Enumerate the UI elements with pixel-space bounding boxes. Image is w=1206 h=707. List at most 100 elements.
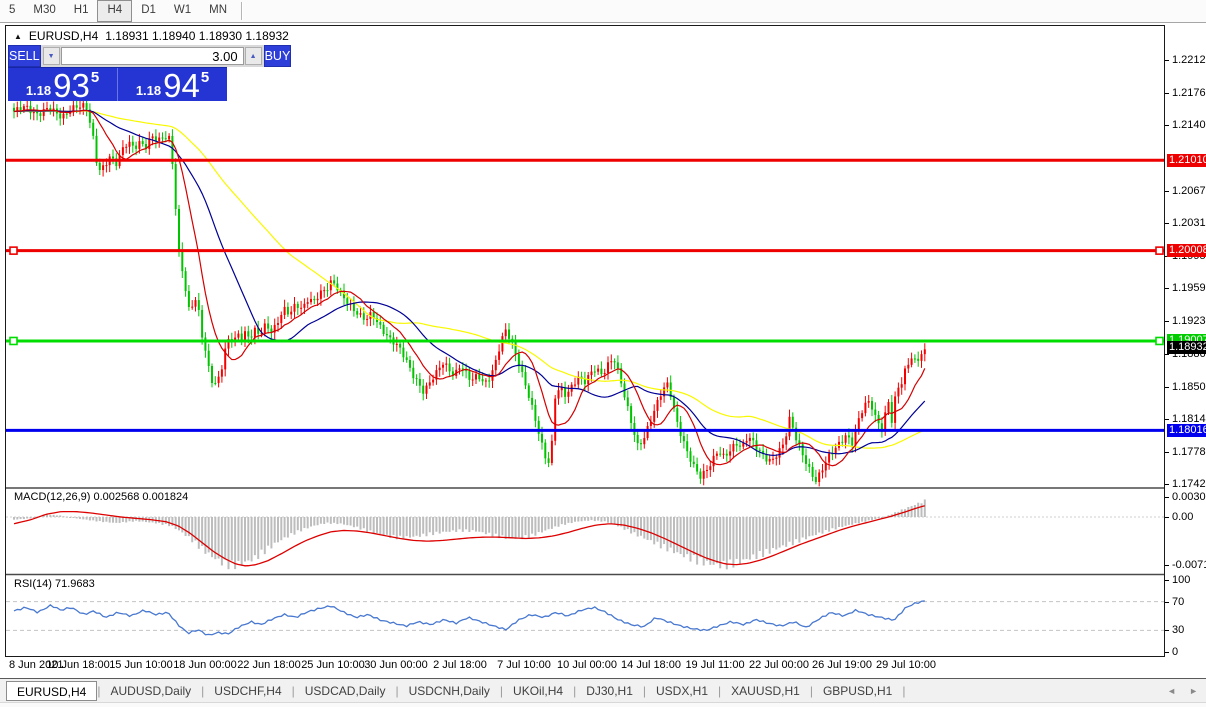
price-chart-canvas[interactable] — [6, 26, 1164, 656]
date-label: 30 Jun 00:00 — [364, 659, 428, 671]
chart-tab-dj30[interactable]: DJ30,H1 — [576, 681, 643, 701]
axis-tick-mark — [1165, 125, 1169, 126]
hline-handle[interactable] — [1156, 337, 1163, 344]
price-level-label-1.20008: 1.20008 — [1167, 244, 1206, 257]
date-label: 10 Jul 00:00 — [557, 659, 617, 671]
date-label: 14 Jul 18:00 — [621, 659, 681, 671]
chart-window: ▲ EURUSD,H4 1.18931 1.18940 1.18930 1.18… — [5, 25, 1165, 657]
timeframe-button-5[interactable]: 5 — [0, 0, 24, 22]
buy-price-prefix: 1.18 — [136, 84, 161, 97]
tab-separator: | — [902, 684, 905, 698]
tab-scroll-right-icon[interactable]: ► — [1189, 686, 1198, 696]
axis-tick-mark — [1165, 580, 1169, 581]
axis-tick-label: 1.20310 — [1172, 217, 1206, 230]
date-label: 10 Jun 18:00 — [46, 659, 110, 671]
price-level-label-1.21010: 1.21010 — [1167, 154, 1206, 167]
chart-tab-usdchf[interactable]: USDCHF,H4 — [204, 681, 291, 701]
date-label: 22 Jun 18:00 — [237, 659, 301, 671]
status-strip — [0, 702, 1206, 707]
chart-symbol-label: EURUSD,H4 — [29, 29, 98, 43]
hline-handle[interactable] — [10, 247, 17, 254]
toolbar-separator — [241, 2, 243, 20]
date-label: 19 Jul 11:00 — [685, 659, 744, 671]
axis-tick-mark — [1165, 223, 1169, 224]
sell-price-display[interactable]: 1.18 93 5 — [8, 68, 118, 101]
price-axis: 1.221201.217601.214001.206701.203101.199… — [1167, 26, 1206, 658]
axis-tick-mark — [1165, 602, 1169, 603]
axis-tick-label: 100 — [1172, 574, 1190, 587]
macd-histogram — [13, 499, 926, 569]
sell-price-prefix: 1.18 — [26, 84, 51, 97]
candles-layer — [13, 97, 926, 487]
axis-tick-label: 1.22120 — [1172, 54, 1206, 67]
date-label: 26 Jul 19:00 — [812, 659, 872, 671]
date-label: 15 Jun 10:00 — [109, 659, 173, 671]
date-label: 7 Jul 10:00 — [497, 659, 551, 671]
timeframe-button-d1[interactable]: D1 — [132, 0, 165, 22]
axis-tick-label: 0.003031 — [1172, 491, 1206, 504]
date-label: 25 Jun 10:00 — [301, 659, 365, 671]
axis-tick-label: 1.20670 — [1172, 185, 1206, 198]
buy-price-display[interactable]: 1.18 94 5 — [118, 68, 227, 101]
axis-tick-label: 0 — [1172, 646, 1178, 659]
chart-tab-gbpusd[interactable]: GBPUSD,H1 — [813, 681, 902, 701]
hline-handle[interactable] — [1156, 247, 1163, 254]
tab-scroll-left-icon[interactable]: ◄ — [1167, 686, 1176, 696]
date-label: 18 Jun 00:00 — [173, 659, 237, 671]
timeframe-button-h1[interactable]: H1 — [65, 0, 98, 22]
chart-tab-ukoil[interactable]: UKOil,H4 — [503, 681, 573, 701]
axis-tick-label: 1.17420 — [1172, 478, 1206, 491]
axis-tick-mark — [1165, 191, 1169, 192]
timeframe-button-w1[interactable]: W1 — [165, 0, 200, 22]
axis-tick-label: 1.19230 — [1172, 315, 1206, 328]
axis-tick-label: 70 — [1172, 596, 1184, 609]
rsi-line — [14, 601, 925, 635]
axis-tick-label: 1.19590 — [1172, 282, 1206, 295]
axis-tick-mark — [1165, 517, 1169, 518]
chart-tab-usdx[interactable]: USDX,H1 — [646, 681, 718, 701]
chart-tab-xauusd[interactable]: XAUUSD,H1 — [721, 681, 810, 701]
axis-tick-mark — [1165, 419, 1169, 420]
chart-header: ▲ EURUSD,H4 1.18931 1.18940 1.18930 1.18… — [14, 29, 289, 43]
chart-tab-bar: EURUSD,H4|AUDUSD,Daily|USDCHF,H4|USDCAD,… — [0, 678, 1206, 702]
mid-ma-line — [14, 110, 925, 455]
timeframe-button-m30[interactable]: M30 — [24, 0, 64, 22]
volume-increase-icon[interactable]: ▲ — [245, 47, 262, 65]
time-axis: 8 Jun 202110 Jun 18:0015 Jun 10:0018 Jun… — [6, 659, 1166, 675]
axis-tick-mark — [1165, 93, 1169, 94]
axis-tick-label: 1.17780 — [1172, 446, 1206, 459]
sell-price-pip: 5 — [91, 69, 99, 86]
one-click-trade-panel: SELL ▼ ▲ BUY 1.18 93 5 1.18 94 5 — [8, 45, 227, 101]
axis-tick-mark — [1165, 288, 1169, 289]
rsi-indicator-label: RSI(14) 71.9683 — [14, 578, 95, 590]
collapse-panel-icon[interactable]: ▲ — [14, 32, 22, 41]
axis-tick-label: 0.00 — [1172, 511, 1193, 524]
timeframe-button-h4[interactable]: H4 — [97, 0, 132, 22]
price-level-label-1.18932: 1.18932 — [1167, 341, 1206, 354]
timeframe-button-mn[interactable]: MN — [200, 0, 236, 22]
axis-tick-mark — [1165, 387, 1169, 388]
hline-handle[interactable] — [10, 337, 17, 344]
axis-tick-label: 1.21760 — [1172, 87, 1206, 100]
sell-price-big: 93 — [53, 72, 90, 99]
volume-input[interactable] — [61, 47, 244, 65]
date-label: 29 Jul 10:00 — [876, 659, 936, 671]
volume-decrease-icon[interactable]: ▼ — [43, 47, 60, 65]
buy-price-pip: 5 — [201, 69, 209, 86]
timeframe-toolbar: 5M30H1H4D1W1MN — [0, 0, 1206, 23]
chart-tab-eurusd[interactable]: EURUSD,H4 — [6, 681, 97, 701]
date-label: 2 Jul 18:00 — [433, 659, 487, 671]
sell-button[interactable]: SELL — [8, 45, 41, 67]
macd-indicator-label: MACD(12,26,9) 0.002568 0.001824 — [14, 491, 188, 503]
macd-signal-line — [14, 506, 925, 566]
chart-tab-usdcnh[interactable]: USDCNH,Daily — [399, 681, 500, 701]
axis-tick-label: 1.21400 — [1172, 119, 1206, 132]
axis-tick-label: -0.00715 — [1172, 559, 1206, 572]
chart-ohlc-values: 1.18931 1.18940 1.18930 1.18932 — [105, 29, 289, 43]
volume-control: ▼ ▲ — [41, 45, 264, 67]
axis-tick-label: 1.18500 — [1172, 381, 1206, 394]
axis-tick-mark — [1165, 354, 1169, 355]
buy-button[interactable]: BUY — [264, 45, 292, 67]
chart-tab-audusd[interactable]: AUDUSD,Daily — [100, 681, 201, 701]
chart-tab-usdcad[interactable]: USDCAD,Daily — [295, 681, 396, 701]
